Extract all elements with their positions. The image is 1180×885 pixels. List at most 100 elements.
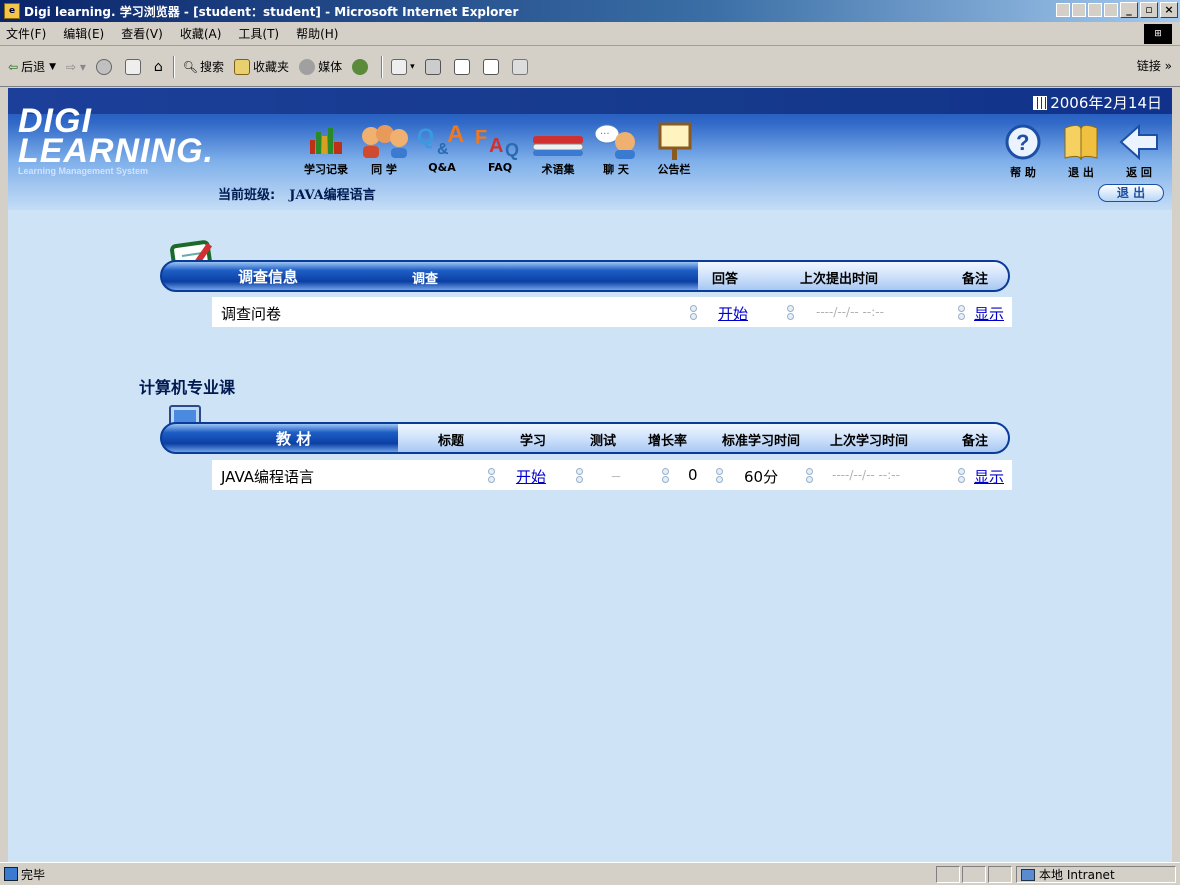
edit-icon [453, 58, 470, 75]
minimize-button[interactable]: _ [1120, 2, 1138, 18]
dot-separator [690, 302, 697, 322]
svg-text:F: F [475, 127, 487, 149]
status-pane [936, 866, 960, 883]
svg-text:Q: Q [417, 124, 434, 149]
media-label: 媒体 [318, 60, 343, 74]
dot-separator [806, 465, 813, 485]
bulletin-icon [644, 122, 704, 160]
survey-col-note: 备注 [962, 272, 989, 287]
mail-button[interactable]: ▾ [391, 58, 415, 75]
nav-faq[interactable]: FAQ FAQ [470, 122, 530, 177]
survey-col-last-submit: 上次提出时间 [800, 272, 879, 287]
dot-separator [716, 465, 723, 485]
maximize-button[interactable]: ▫ [1140, 2, 1158, 18]
media-button[interactable]: 媒体 [299, 58, 342, 75]
menu-bar: 文件(F) 编辑(E) 查看(V) 收藏(A) 工具(T) 帮助(H) ⊞ [0, 22, 1180, 46]
links-button[interactable]: 链接 » [1137, 57, 1172, 74]
survey-last-submit: ----/--/-- --:-- [816, 305, 884, 319]
stop-icon [95, 58, 112, 75]
menu-view[interactable]: 查看(V) [121, 25, 163, 42]
search-icon: 🔍︎ [182, 59, 199, 74]
status-text: 完毕 [21, 867, 46, 882]
svg-text:?: ? [1016, 130, 1029, 155]
back-arrow-icon: ⇦ [8, 59, 19, 74]
course-start-link[interactable]: 开始 [516, 466, 546, 487]
dot-separator [576, 465, 583, 485]
course-title: JAVA编程语言 [221, 468, 315, 486]
course-col-test: 测试 [590, 434, 617, 449]
refresh-button[interactable] [124, 58, 144, 75]
toolbar-separator [381, 55, 384, 78]
course-col-study: 学习 [520, 434, 547, 449]
messenger-button[interactable] [511, 58, 531, 75]
menu-favorites[interactable]: 收藏(A) [180, 25, 222, 42]
status-bar: 完毕 本地 Intranet [0, 862, 1180, 885]
course-test: － [610, 470, 623, 484]
course-header-bar: 教 材 标题 学习 测试 增长率 标准学习时间 上次学习时间 备注 [160, 422, 1010, 454]
home-button[interactable]: ⌂ [154, 59, 163, 75]
search-label: 搜索 [200, 60, 225, 74]
menu-file[interactable]: 文件(F) [6, 25, 46, 42]
survey-col-answer: 回答 [712, 272, 739, 287]
discuss-icon [482, 58, 499, 75]
menu-help[interactable]: 帮助(H) [296, 25, 338, 42]
favorites-label: 收藏夹 [253, 60, 290, 74]
site-header: DIGI LEARNING. Learning Management Syste… [8, 88, 1172, 210]
intranet-icon [1021, 868, 1035, 881]
survey-start-link[interactable]: 开始 [718, 303, 748, 324]
titlebar-tray [1056, 3, 1118, 17]
current-class: 当前班级: JAVA编程语言 [218, 184, 376, 203]
logout-button[interactable]: 退 出 [1098, 184, 1164, 202]
nav-qa[interactable]: Q & A Q&A [412, 121, 472, 177]
survey-header-bar: 调查信息 调查 回答 上次提出时间 备注 [160, 260, 1010, 292]
search-button[interactable]: 🔍︎ 搜索 [183, 58, 224, 75]
survey-section-title: 调查信息 [238, 268, 299, 286]
nav-classmates[interactable]: 同 学 [354, 122, 414, 177]
exit-icon [1052, 122, 1110, 164]
close-button[interactable]: × [1160, 2, 1178, 18]
help-icon: ? [994, 122, 1052, 164]
course-last-study: ----/--/-- --:-- [832, 468, 900, 482]
zone-text: 本地 Intranet [1039, 868, 1115, 882]
status-pane [988, 866, 1012, 883]
course-col-growth: 增长率 [648, 434, 688, 449]
course-section-title: 计算机专业课 [139, 378, 236, 397]
dot-separator [662, 465, 669, 485]
nav-help[interactable]: ? 帮 助 [994, 122, 1052, 180]
course-col-title: 标题 [438, 434, 465, 449]
qa-icon: Q & A [412, 121, 472, 160]
course-col-note: 备注 [962, 434, 989, 449]
nav-glossary[interactable]: 术语集 [528, 122, 588, 177]
favorites-icon [234, 58, 251, 75]
nav-exit[interactable]: 退 出 [1052, 122, 1110, 180]
browser-toolbar: ⇦ 后退 ▼ ⇨ ▾ ⌂ 🔍︎ 搜索 收藏夹 媒体 ▾ 链接 » [0, 47, 1180, 87]
ie-app-icon: e [4, 3, 20, 19]
mail-icon [391, 58, 408, 75]
back-button[interactable]: ⇦ 后退 ▼ [8, 58, 56, 75]
edit-button[interactable] [453, 58, 473, 75]
nav-chat[interactable]: ··· 聊 天 [586, 122, 646, 177]
window-title: Digi learning. 学习浏览器 - [student：student]… [24, 4, 519, 19]
course-col-std-time: 标准学习时间 [722, 434, 801, 449]
nav-study-record[interactable]: 学习记录 [296, 122, 356, 177]
history-button[interactable] [352, 58, 371, 75]
forward-button[interactable]: ⇨ ▾ [66, 60, 86, 74]
ie-page-icon [4, 867, 18, 881]
survey-row: 调查问卷 开始 ----/--/-- --:-- 显示 [212, 297, 1012, 327]
favorites-button[interactable]: 收藏夹 [234, 58, 289, 75]
class-label: 当前班级: [218, 188, 276, 203]
home-icon: ⌂ [153, 58, 163, 75]
toolbar-separator [172, 55, 175, 78]
nav-bulletin[interactable]: 公告栏 [644, 122, 704, 177]
menu-tools[interactable]: 工具(T) [238, 25, 279, 42]
print-button[interactable] [424, 58, 444, 75]
survey-show-link[interactable]: 显示 [974, 303, 1004, 324]
svg-text:A: A [447, 122, 464, 148]
discuss-button[interactable] [482, 58, 502, 75]
digi-learning-logo: DIGI LEARNING. Learning Management Syste… [18, 102, 214, 176]
stop-button[interactable] [95, 58, 115, 75]
back-icon [1110, 122, 1168, 164]
menu-edit[interactable]: 编辑(E) [63, 25, 104, 42]
course-show-link[interactable]: 显示 [974, 466, 1004, 487]
nav-back[interactable]: 返 回 [1110, 122, 1168, 180]
